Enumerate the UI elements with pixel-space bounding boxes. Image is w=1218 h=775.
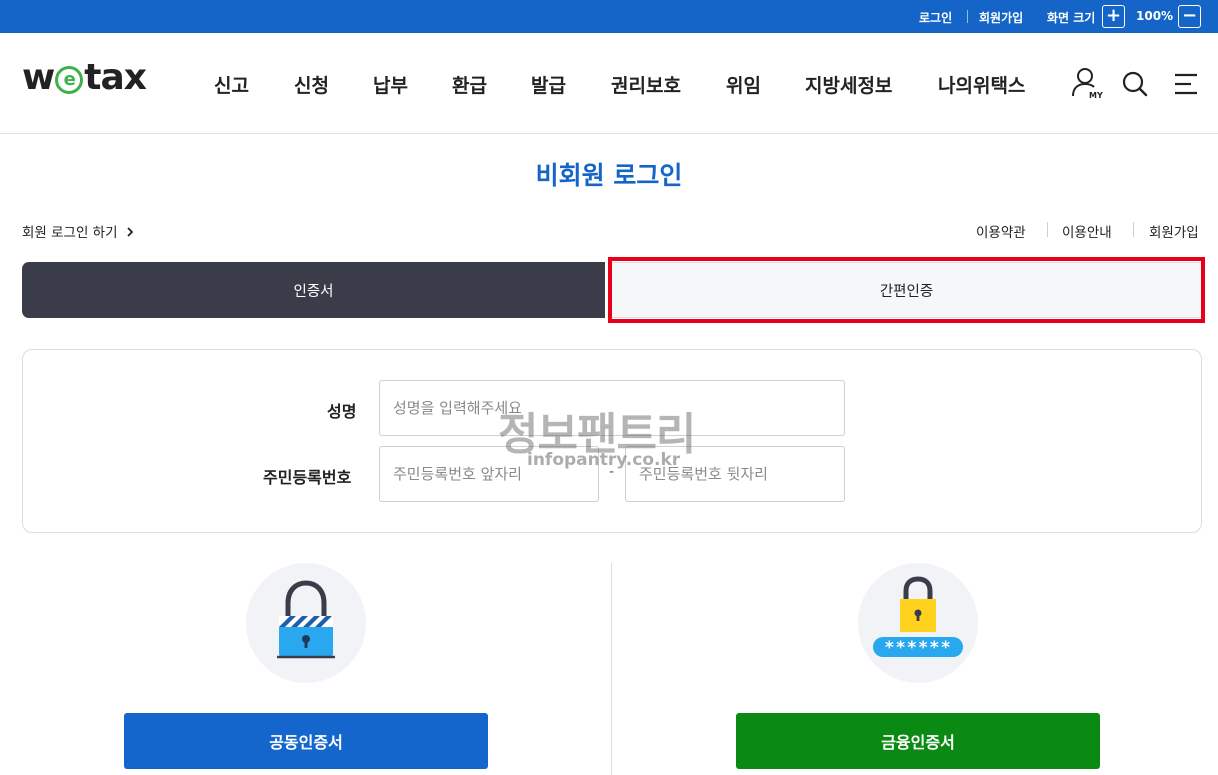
nav-local-tax-info[interactable]: 지방세정보: [805, 71, 892, 98]
joint-cert-button[interactable]: 공동인증서: [124, 713, 488, 769]
logo-e-mark: e: [55, 66, 84, 94]
chevron-right-icon: [127, 227, 134, 237]
padlock-striped-icon: [277, 580, 335, 659]
nav-refund[interactable]: 환급: [452, 71, 487, 98]
nav-rights[interactable]: 권리보호: [611, 71, 681, 98]
name-label: 성명: [327, 402, 357, 421]
highlight-annotation: [608, 257, 1205, 323]
logo-text-post: tax: [84, 57, 147, 98]
joint-cert-label: 공동인증서: [269, 733, 343, 752]
vertical-divider: [611, 563, 612, 775]
nav-delegation[interactable]: 위임: [726, 71, 761, 98]
padlock-password-icon: ******: [873, 576, 963, 658]
login-link[interactable]: 로그인: [919, 9, 952, 26]
password-mask: ******: [884, 638, 951, 658]
tab-certificate-label: 인증서: [293, 283, 334, 300]
divider: [1133, 222, 1134, 237]
wetax-logo[interactable]: w e tax: [22, 57, 147, 98]
member-login-label: 회원 로그인 하기: [22, 225, 118, 241]
search-icon[interactable]: [1121, 70, 1149, 102]
guide-link[interactable]: 이용안내: [1062, 221, 1112, 241]
signup-link-secondary[interactable]: 회원가입: [1149, 221, 1199, 241]
my-badge: MY: [1089, 91, 1103, 100]
terms-link[interactable]: 이용약관: [976, 221, 1026, 241]
logo-text-pre: w: [22, 57, 55, 98]
tab-certificate[interactable]: 인증서: [22, 262, 605, 318]
nav-payment[interactable]: 납부: [373, 71, 408, 98]
nav-my-wetax[interactable]: 나의위택스: [938, 71, 1025, 98]
nav-report[interactable]: 신고: [214, 71, 249, 98]
member-login-link[interactable]: 회원 로그인 하기: [22, 221, 135, 241]
joint-cert-icon-bg: [246, 563, 366, 683]
financial-cert-label: 금융인증서: [881, 733, 955, 752]
top-utility-bar: 로그인 회원가입 화면 크기 + 100% −: [0, 0, 1218, 33]
menu-icon[interactable]: [1173, 72, 1199, 100]
zoom-label: 화면 크기: [1047, 11, 1096, 25]
nav-apply[interactable]: 신청: [294, 71, 329, 98]
rrn-label: 주민등록번호: [263, 468, 352, 487]
divider: [967, 10, 968, 23]
zoom-value: 100%: [1136, 9, 1174, 23]
nav-issue[interactable]: 발급: [531, 71, 566, 98]
page-title: 비회원 로그인: [535, 161, 683, 190]
divider: [1047, 222, 1048, 237]
zoom-in-button[interactable]: +: [1102, 5, 1125, 28]
watermark-url: infopantry.co.kr: [527, 450, 681, 470]
financial-cert-button[interactable]: 금융인증서: [736, 713, 1100, 769]
fin-cert-icon-bg: ******: [858, 563, 978, 683]
my-page-icon[interactable]: MY: [1070, 66, 1104, 104]
zoom-out-button[interactable]: −: [1178, 5, 1201, 28]
signup-link[interactable]: 회원가입: [979, 9, 1023, 26]
site-header: w e tax 신고 신청 납부 환급 발급 권리보호 위임 지방세정보 나의위택스…: [0, 33, 1218, 134]
